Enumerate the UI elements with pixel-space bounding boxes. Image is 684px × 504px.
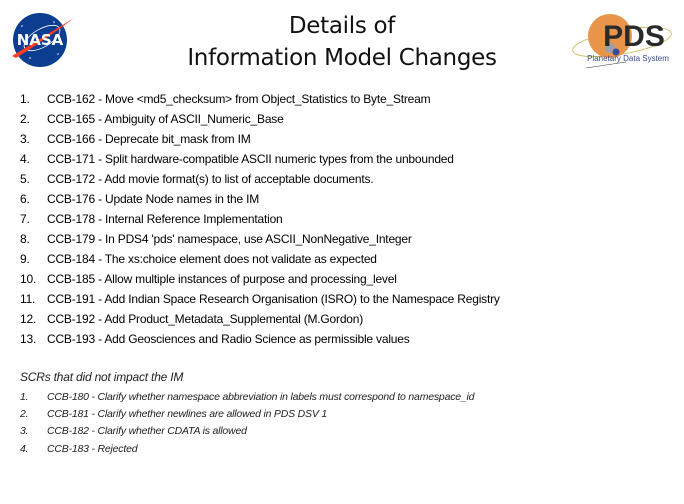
item-number: 9.: [20, 252, 30, 266]
list-item: 8. CCB-179 - In PDS4 'pds' namespace, use…: [20, 229, 500, 249]
im-changes-list: 1. CCB-162 - Move <md5_checksum> from Obj…: [20, 89, 500, 349]
title-line-2: Information Model Changes: [187, 45, 497, 71]
item-text: CCB-179 - In PDS4 'pds' namespace, use A…: [47, 232, 412, 246]
item-text: CCB-182 - Clarify whether CDATA is allow…: [47, 425, 247, 438]
list-item: 12. CCB-192 - Add Product_Metadata_Supple…: [20, 309, 500, 329]
item-number: 12.: [20, 312, 37, 326]
item-number: 11.: [20, 292, 36, 306]
list-item: 2. CCB-181 - Clarify whether newlines are…: [20, 406, 474, 423]
item-text: CCB-172 - Add movie format(s) to list of…: [47, 172, 374, 186]
list-item: 3. CCB-182 - Clarify whether CDATA is all…: [20, 423, 474, 440]
pds-logo: PDS Planetary Data System: [566, 6, 678, 72]
list-item: 9. CCB-184 - The xs:choice element does n…: [20, 249, 500, 269]
title-line-1: Details of: [288, 13, 396, 39]
item-number: 1.: [20, 391, 29, 403]
list-item: 2. CCB-165 - Ambiguity of ASCII_Numeric_B…: [20, 109, 500, 129]
pds-logo-text: PDS: [603, 20, 665, 53]
item-number: 13.: [20, 332, 37, 346]
item-number: 5.: [20, 172, 30, 186]
list-item: 3. CCB-166 - Deprecate bit_mask from IM: [20, 129, 500, 149]
page-title: Details of Information Model Changes: [120, 10, 564, 74]
item-number: 2.: [20, 112, 30, 126]
item-text: CCB-191 - Add Indian Space Research Orga…: [47, 292, 500, 306]
item-text: CCB-166 - Deprecate bit_mask from IM: [47, 132, 251, 146]
item-text: CCB-162 - Move <md5_checksum> from Objec…: [47, 92, 431, 106]
non-impact-scr-list: 1. CCB-180 - Clarify whether namespace ab…: [20, 389, 475, 458]
list-item: 13. CCB-193 - Add Geosciences and Radio S…: [20, 329, 500, 349]
item-number: 7.: [20, 212, 30, 226]
item-number: 8.: [20, 232, 30, 246]
pds-planet-icon: PDS Planetary Data System: [572, 14, 672, 69]
item-number: 4.: [20, 442, 29, 455]
nasa-logo: NASA: [8, 6, 76, 72]
list-item: 11. CCB-191 - Add Indian Space Research O…: [20, 289, 500, 309]
item-number: 10.: [20, 272, 37, 286]
list-item: 10. CCB-185 - Allow multiple instances of…: [20, 269, 500, 289]
item-text: CCB-181 - Clarify whether newlines are a…: [47, 408, 327, 421]
item-number: 3.: [20, 132, 30, 146]
list-item: 6. CCB-176 - Update Node names in the IM: [20, 189, 500, 209]
item-number: 3.: [20, 425, 29, 438]
list-item: 5. CCB-172 - Add movie format(s) to list …: [20, 169, 500, 189]
pds-logo-subtext: Planetary Data System: [587, 54, 669, 63]
item-text: CCB-176 - Update Node names in the IM: [47, 192, 260, 206]
item-text: CCB-178 - Internal Reference Implementat…: [47, 212, 283, 226]
item-text: CCB-184 - The xs:choice element does not…: [47, 252, 377, 266]
secondary-heading: SCRs that did not impact the IM: [20, 370, 184, 384]
item-text: CCB-185 - Allow multiple instances of pu…: [47, 272, 397, 286]
item-text: CCB-193 - Add Geosciences and Radio Scie…: [47, 332, 410, 346]
item-number: 1.: [20, 92, 30, 106]
item-number: 4.: [20, 152, 30, 166]
nasa-logo-text: NASA: [17, 31, 64, 49]
item-text: CCB-171 - Split hardware-compatible ASCI…: [47, 152, 454, 166]
item-text: CCB-192 - Add Product_Metadata_Supplemen…: [47, 312, 364, 326]
list-item: 7. CCB-178 - Internal Reference Implement…: [20, 209, 500, 229]
list-item: 4. CCB-171 - Split hardware-compatible AS…: [20, 149, 500, 169]
list-item: 1. CCB-162 - Move <md5_checksum> from Obj…: [20, 89, 500, 109]
list-item: 1. CCB-180 - Clarify whether namespace ab…: [20, 389, 475, 406]
nasa-meatball-icon: NASA: [12, 13, 74, 67]
list-item: 4. CCB-183 - Rejected: [20, 441, 474, 458]
item-number: 2.: [20, 408, 29, 421]
item-text: CCB-180 - Clarify whether namespace abbr…: [47, 391, 475, 403]
item-text: CCB-165 - Ambiguity of ASCII_Numeric_Bas…: [47, 112, 284, 126]
item-text: CCB-183 - Rejected: [47, 442, 138, 455]
item-number: 6.: [20, 192, 30, 206]
